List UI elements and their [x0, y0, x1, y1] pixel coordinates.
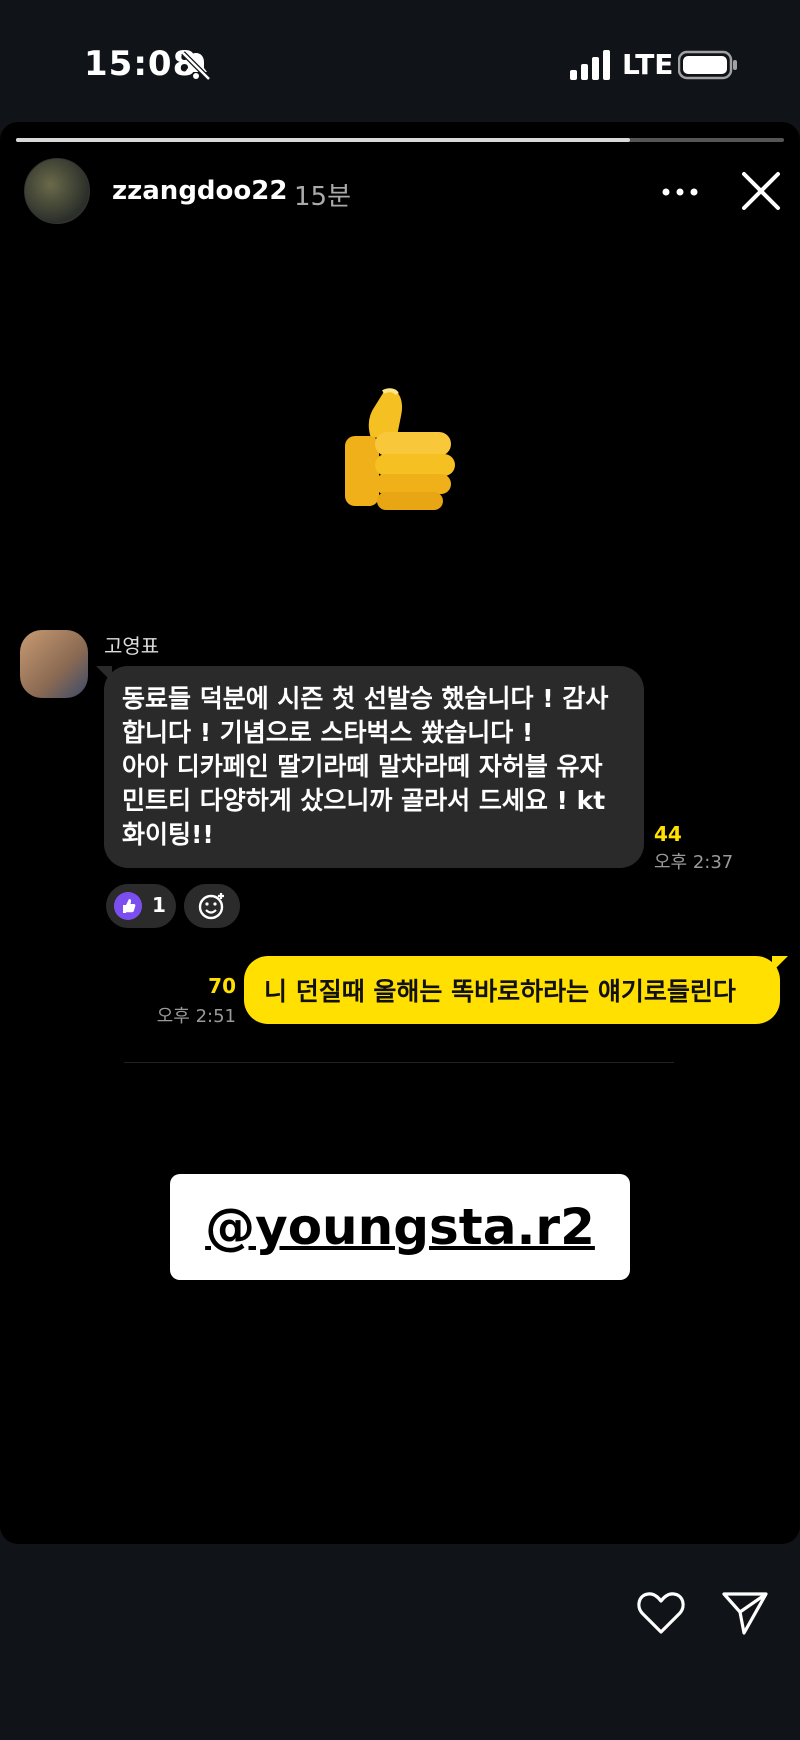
signal-icon: [570, 50, 610, 80]
story-viewer[interactable]: zzangdoo22 15분 고영표 동료들 덕분에 시즌 첫 선발승 했습니다…: [0, 122, 800, 1544]
mention-text: @youngsta.r2: [205, 1198, 595, 1256]
incoming-message-time: 오후 2:37: [654, 852, 734, 873]
story-progress-bar: [16, 138, 784, 142]
heart-icon[interactable]: [636, 1590, 686, 1636]
more-options-icon[interactable]: [656, 174, 704, 210]
mention-sticker[interactable]: @youngsta.r2: [170, 1174, 630, 1280]
incoming-unread-count: 44: [654, 822, 682, 846]
thumbs-up-sticker-icon: [345, 388, 455, 510]
story-action-bar: [0, 1544, 800, 1740]
story-time-ago: 15분: [294, 182, 352, 212]
story-author-avatar[interactable]: [24, 158, 90, 224]
outgoing-message-time: 오후 2:51: [156, 1006, 236, 1027]
incoming-message-bubble[interactable]: 동료들 덕분에 시즌 첫 선발승 했습니다 ! 감사 합니다 ! 기념으로 스타…: [96, 666, 644, 868]
story-username[interactable]: zzangdoo22: [112, 176, 287, 206]
send-icon[interactable]: [720, 1590, 770, 1636]
battery-icon: [678, 50, 737, 80]
outgoing-unread-count: 70: [208, 974, 236, 998]
close-icon[interactable]: [736, 166, 786, 216]
thumbs-up-icon: [114, 892, 142, 920]
sender-avatar[interactable]: [20, 630, 88, 698]
outgoing-message-bubble[interactable]: 니 던질때 올해는 똑바로하라는 얘기로들린다: [244, 956, 788, 1024]
network-type: LTE: [622, 48, 674, 81]
add-reaction-icon[interactable]: [184, 884, 240, 928]
story-progress-fill: [16, 138, 631, 142]
status-bar: 15:08 LTE: [0, 0, 800, 120]
bell-slash-icon: [181, 51, 211, 81]
incoming-message-text: 동료들 덕분에 시즌 첫 선발승 했습니다 ! 감사 합니다 ! 기념으로 스타…: [122, 684, 609, 849]
divider: [124, 1062, 674, 1063]
outgoing-message-text: 니 던질때 올해는 똑바로하라는 얘기로들린다: [264, 977, 736, 1006]
reaction-count: 1: [152, 893, 166, 917]
like-reaction-chip[interactable]: 1: [106, 884, 176, 928]
sender-name: 고영표: [104, 634, 160, 658]
